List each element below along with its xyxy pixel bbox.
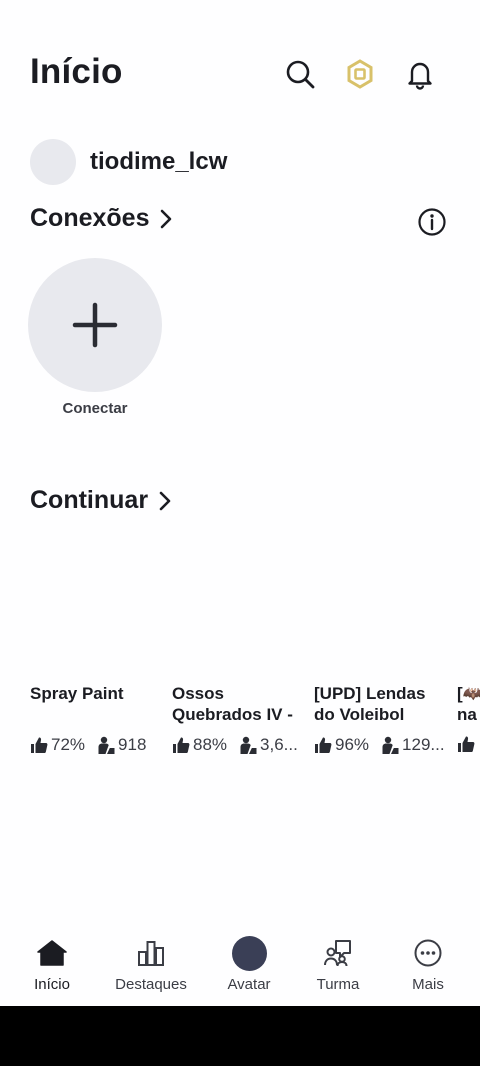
thumbs-up-icon xyxy=(173,737,190,753)
nav-item-home[interactable]: Início xyxy=(4,928,100,993)
nav-label-more: Mais xyxy=(412,976,444,993)
user-avatar[interactable] xyxy=(30,139,76,185)
nav-label-charts: Destaques xyxy=(115,976,187,993)
username: tiodime_lcw xyxy=(90,148,228,175)
game-rating: 72% xyxy=(51,735,86,754)
game-stats: 72% 918 xyxy=(30,735,158,755)
bottom-navigation: Início Destaques Avatar Turma Mais xyxy=(0,928,480,1006)
nav-label-home: Início xyxy=(34,976,70,993)
players-icon xyxy=(98,736,115,754)
more-icon xyxy=(414,939,442,967)
nav-label-party: Turma xyxy=(316,976,360,993)
game-title: [🦇 na xyxy=(457,684,480,724)
home-icon xyxy=(37,940,67,966)
game-players: 3,6... xyxy=(260,735,298,754)
nav-item-avatar[interactable]: Avatar xyxy=(201,928,297,993)
charts-icon xyxy=(138,941,164,966)
game-tile[interactable]: Ossos Quebrados IV - 88% 3,6... xyxy=(172,683,300,755)
game-title: [UPD] Lendas do Voleibol xyxy=(314,684,426,724)
players-icon xyxy=(240,736,257,754)
connect-label: Conectar xyxy=(62,400,128,417)
game-title: Spray Paint xyxy=(30,684,124,703)
notification-bell-icon[interactable] xyxy=(404,58,436,90)
game-stats xyxy=(457,735,480,753)
game-stats: 88% 3,6... xyxy=(172,735,300,755)
thumbs-up-icon xyxy=(315,737,332,753)
game-rating: 96% xyxy=(335,735,370,754)
nav-item-charts[interactable]: Destaques xyxy=(103,928,199,993)
continue-header[interactable]: Continuar xyxy=(30,486,174,515)
game-tile[interactable]: [🦇 na xyxy=(457,683,480,753)
game-players: 129... xyxy=(402,735,445,754)
game-title: Ossos Quebrados IV - xyxy=(172,684,293,724)
game-rating: 88% xyxy=(193,735,228,754)
thumbs-up-icon xyxy=(31,737,48,753)
info-icon[interactable] xyxy=(417,207,447,237)
plus-icon xyxy=(72,302,118,348)
nav-item-more[interactable]: Mais xyxy=(380,928,476,993)
continue-title: Continuar xyxy=(30,486,149,514)
avatar-icon xyxy=(231,935,267,971)
search-icon[interactable] xyxy=(284,58,316,90)
game-tile[interactable]: Spray Paint 72% 918 xyxy=(30,683,158,755)
chevron-right-icon xyxy=(159,491,171,510)
party-icon xyxy=(324,940,351,967)
page-title: Início xyxy=(30,52,123,91)
players-icon xyxy=(382,736,399,754)
nav-label-avatar: Avatar xyxy=(227,976,271,993)
thumbs-up-icon xyxy=(458,736,475,752)
robux-icon[interactable] xyxy=(344,58,376,90)
connect-button[interactable] xyxy=(28,258,162,392)
chevron-right-icon xyxy=(161,209,172,228)
connections-header[interactable]: Conexões xyxy=(30,204,175,233)
home-screen: Início tiodime_lcw Conexões Conectar Con… xyxy=(0,0,480,1006)
user-profile-row[interactable]: tiodime_lcw xyxy=(30,138,227,186)
game-stats: 96% 129... xyxy=(314,735,445,755)
system-navigation-bar xyxy=(0,1006,480,1066)
nav-item-party[interactable]: Turma xyxy=(290,928,386,993)
connections-title: Conexões xyxy=(30,204,150,232)
game-players: 918 xyxy=(118,735,147,754)
game-tile[interactable]: [UPD] Lendas do Voleibol 96% 129... xyxy=(314,683,445,755)
